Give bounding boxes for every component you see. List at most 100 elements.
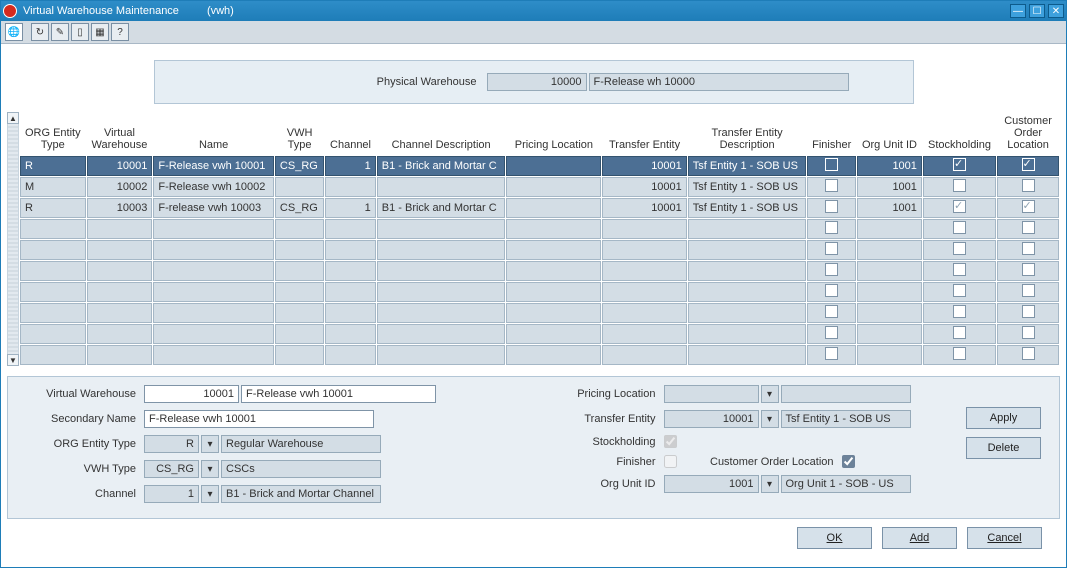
checkbox-icon[interactable] bbox=[825, 158, 838, 171]
minimize-button[interactable]: — bbox=[1010, 4, 1026, 18]
checkbox-icon[interactable] bbox=[1022, 179, 1035, 192]
transfer-entity-label: Transfer Entity bbox=[554, 413, 664, 425]
transfer-entity-lov-icon[interactable]: ▾ bbox=[761, 410, 779, 428]
grid-icon[interactable]: ▦ bbox=[91, 23, 109, 41]
checkbox-icon[interactable] bbox=[825, 179, 838, 192]
checkbox-icon[interactable] bbox=[953, 158, 966, 171]
column-header: Stockholding bbox=[923, 113, 996, 155]
org-unit-id: 1001 bbox=[664, 475, 759, 493]
virtual-warehouse-id[interactable]: 10001 bbox=[144, 385, 239, 403]
physical-warehouse-panel: Physical Warehouse 10000 F-Release wh 10… bbox=[154, 60, 914, 104]
app-window: Virtual Warehouse Maintenance (vwh) — ☐ … bbox=[0, 0, 1067, 568]
ok-button[interactable]: OK bbox=[797, 527, 872, 549]
table-row[interactable]: R10001F-Release vwh 10001CS_RG1B1 - Bric… bbox=[20, 156, 1059, 176]
note-icon[interactable]: ✎ bbox=[51, 23, 69, 41]
layout-icon[interactable]: ▯ bbox=[71, 23, 89, 41]
checkbox-icon[interactable] bbox=[953, 305, 966, 318]
column-header: VirtualWarehouse bbox=[87, 113, 153, 155]
detail-panel: Apply Delete Virtual Warehouse 10001 F-R… bbox=[7, 376, 1060, 519]
checkbox-icon[interactable] bbox=[1022, 326, 1035, 339]
delete-button[interactable]: Delete bbox=[966, 437, 1041, 459]
pricing-location-lov-icon[interactable]: ▾ bbox=[761, 385, 779, 403]
column-header: CustomerOrderLocation bbox=[997, 113, 1059, 155]
add-button[interactable]: Add bbox=[882, 527, 957, 549]
transfer-entity-desc: Tsf Entity 1 - SOB US bbox=[781, 410, 911, 428]
checkbox-icon[interactable] bbox=[825, 284, 838, 297]
virtual-warehouse-label: Virtual Warehouse bbox=[26, 388, 144, 400]
help-icon[interactable]: ? bbox=[111, 23, 129, 41]
org-unit-lov-icon[interactable]: ▾ bbox=[761, 475, 779, 493]
checkbox-icon[interactable] bbox=[825, 200, 838, 213]
maximize-button[interactable]: ☐ bbox=[1029, 4, 1045, 18]
checkbox-icon[interactable] bbox=[953, 284, 966, 297]
checkbox-icon[interactable] bbox=[953, 200, 966, 213]
table-row[interactable] bbox=[20, 261, 1059, 281]
virtual-warehouse-name[interactable]: F-Release vwh 10001 bbox=[241, 385, 436, 403]
window-title: Virtual Warehouse Maintenance bbox=[23, 5, 179, 17]
checkbox-icon[interactable] bbox=[1022, 200, 1035, 213]
customer-order-loc-checkbox[interactable] bbox=[842, 455, 855, 468]
checkbox-icon[interactable] bbox=[953, 221, 966, 234]
customer-order-loc-label: Customer Order Location bbox=[677, 456, 842, 468]
stockholding-label: Stockholding bbox=[554, 436, 664, 448]
cancel-button[interactable]: Cancel bbox=[967, 527, 1042, 549]
row-scrollbar[interactable]: ▲ ▼ bbox=[7, 112, 19, 366]
vwh-type-code: CS_RG bbox=[144, 460, 199, 478]
org-entity-type-label: ORG Entity Type bbox=[26, 438, 144, 450]
checkbox-icon[interactable] bbox=[953, 242, 966, 255]
button-bar: OK Add Cancel bbox=[7, 519, 1060, 553]
org-entity-lov-icon[interactable]: ▾ bbox=[201, 435, 219, 453]
checkbox-icon[interactable] bbox=[825, 326, 838, 339]
checkbox-icon[interactable] bbox=[1022, 158, 1035, 171]
table-row[interactable] bbox=[20, 219, 1059, 239]
checkbox-icon[interactable] bbox=[953, 179, 966, 192]
vwh-type-desc: CSCs bbox=[221, 460, 381, 478]
channel-lov-icon[interactable]: ▾ bbox=[201, 485, 219, 503]
checkbox-icon[interactable] bbox=[1022, 263, 1035, 276]
checkbox-icon[interactable] bbox=[825, 347, 838, 360]
checkbox-icon[interactable] bbox=[825, 242, 838, 255]
column-header: Transfer Entity bbox=[602, 113, 687, 155]
column-header: Pricing Location bbox=[506, 113, 601, 155]
channel-desc: B1 - Brick and Mortar Channel bbox=[221, 485, 381, 503]
table-row[interactable] bbox=[20, 240, 1059, 260]
column-header: Org Unit ID bbox=[857, 113, 922, 155]
checkbox-icon[interactable] bbox=[1022, 242, 1035, 255]
column-header: Transfer EntityDescription bbox=[688, 113, 807, 155]
table-row[interactable] bbox=[20, 282, 1059, 302]
checkbox-icon[interactable] bbox=[1022, 221, 1035, 234]
refresh-icon[interactable]: ↻ bbox=[31, 23, 49, 41]
checkbox-icon[interactable] bbox=[825, 263, 838, 276]
vwh-grid: ORG EntityTypeVirtualWarehouseNameVWHTyp… bbox=[19, 112, 1060, 366]
checkbox-icon[interactable] bbox=[953, 263, 966, 276]
checkbox-icon[interactable] bbox=[953, 347, 966, 360]
checkbox-icon[interactable] bbox=[953, 326, 966, 339]
scroll-up-icon[interactable]: ▲ bbox=[7, 112, 19, 124]
apply-button[interactable]: Apply bbox=[966, 407, 1041, 429]
org-entity-code: R bbox=[144, 435, 199, 453]
column-header: ORG EntityType bbox=[20, 113, 86, 155]
channel-id: 1 bbox=[144, 485, 199, 503]
org-unit-desc: Org Unit 1 - SOB - US bbox=[781, 475, 911, 493]
table-row[interactable] bbox=[20, 303, 1059, 323]
column-header: Finisher bbox=[807, 113, 856, 155]
globe-icon[interactable]: 🌐 bbox=[5, 23, 23, 41]
channel-label: Channel bbox=[26, 488, 144, 500]
table-row[interactable]: M10002F-Release vwh 1000210001Tsf Entity… bbox=[20, 177, 1059, 197]
vwh-type-lov-icon[interactable]: ▾ bbox=[201, 460, 219, 478]
table-row[interactable]: R10003F-release vwh 10003CS_RG1B1 - Bric… bbox=[20, 198, 1059, 218]
table-row[interactable] bbox=[20, 324, 1059, 344]
org-unit-label: Org Unit ID bbox=[554, 478, 664, 490]
checkbox-icon[interactable] bbox=[1022, 347, 1035, 360]
close-button[interactable]: ✕ bbox=[1048, 4, 1064, 18]
checkbox-icon[interactable] bbox=[1022, 284, 1035, 297]
scroll-down-icon[interactable]: ▼ bbox=[7, 354, 19, 366]
secondary-name-field[interactable]: F-Release vwh 10001 bbox=[144, 410, 374, 428]
checkbox-icon[interactable] bbox=[825, 221, 838, 234]
table-row[interactable] bbox=[20, 345, 1059, 365]
checkbox-icon[interactable] bbox=[825, 305, 838, 318]
pricing-location-desc bbox=[781, 385, 911, 403]
column-header: Name bbox=[153, 113, 274, 155]
checkbox-icon[interactable] bbox=[1022, 305, 1035, 318]
finisher-checkbox bbox=[664, 455, 677, 468]
